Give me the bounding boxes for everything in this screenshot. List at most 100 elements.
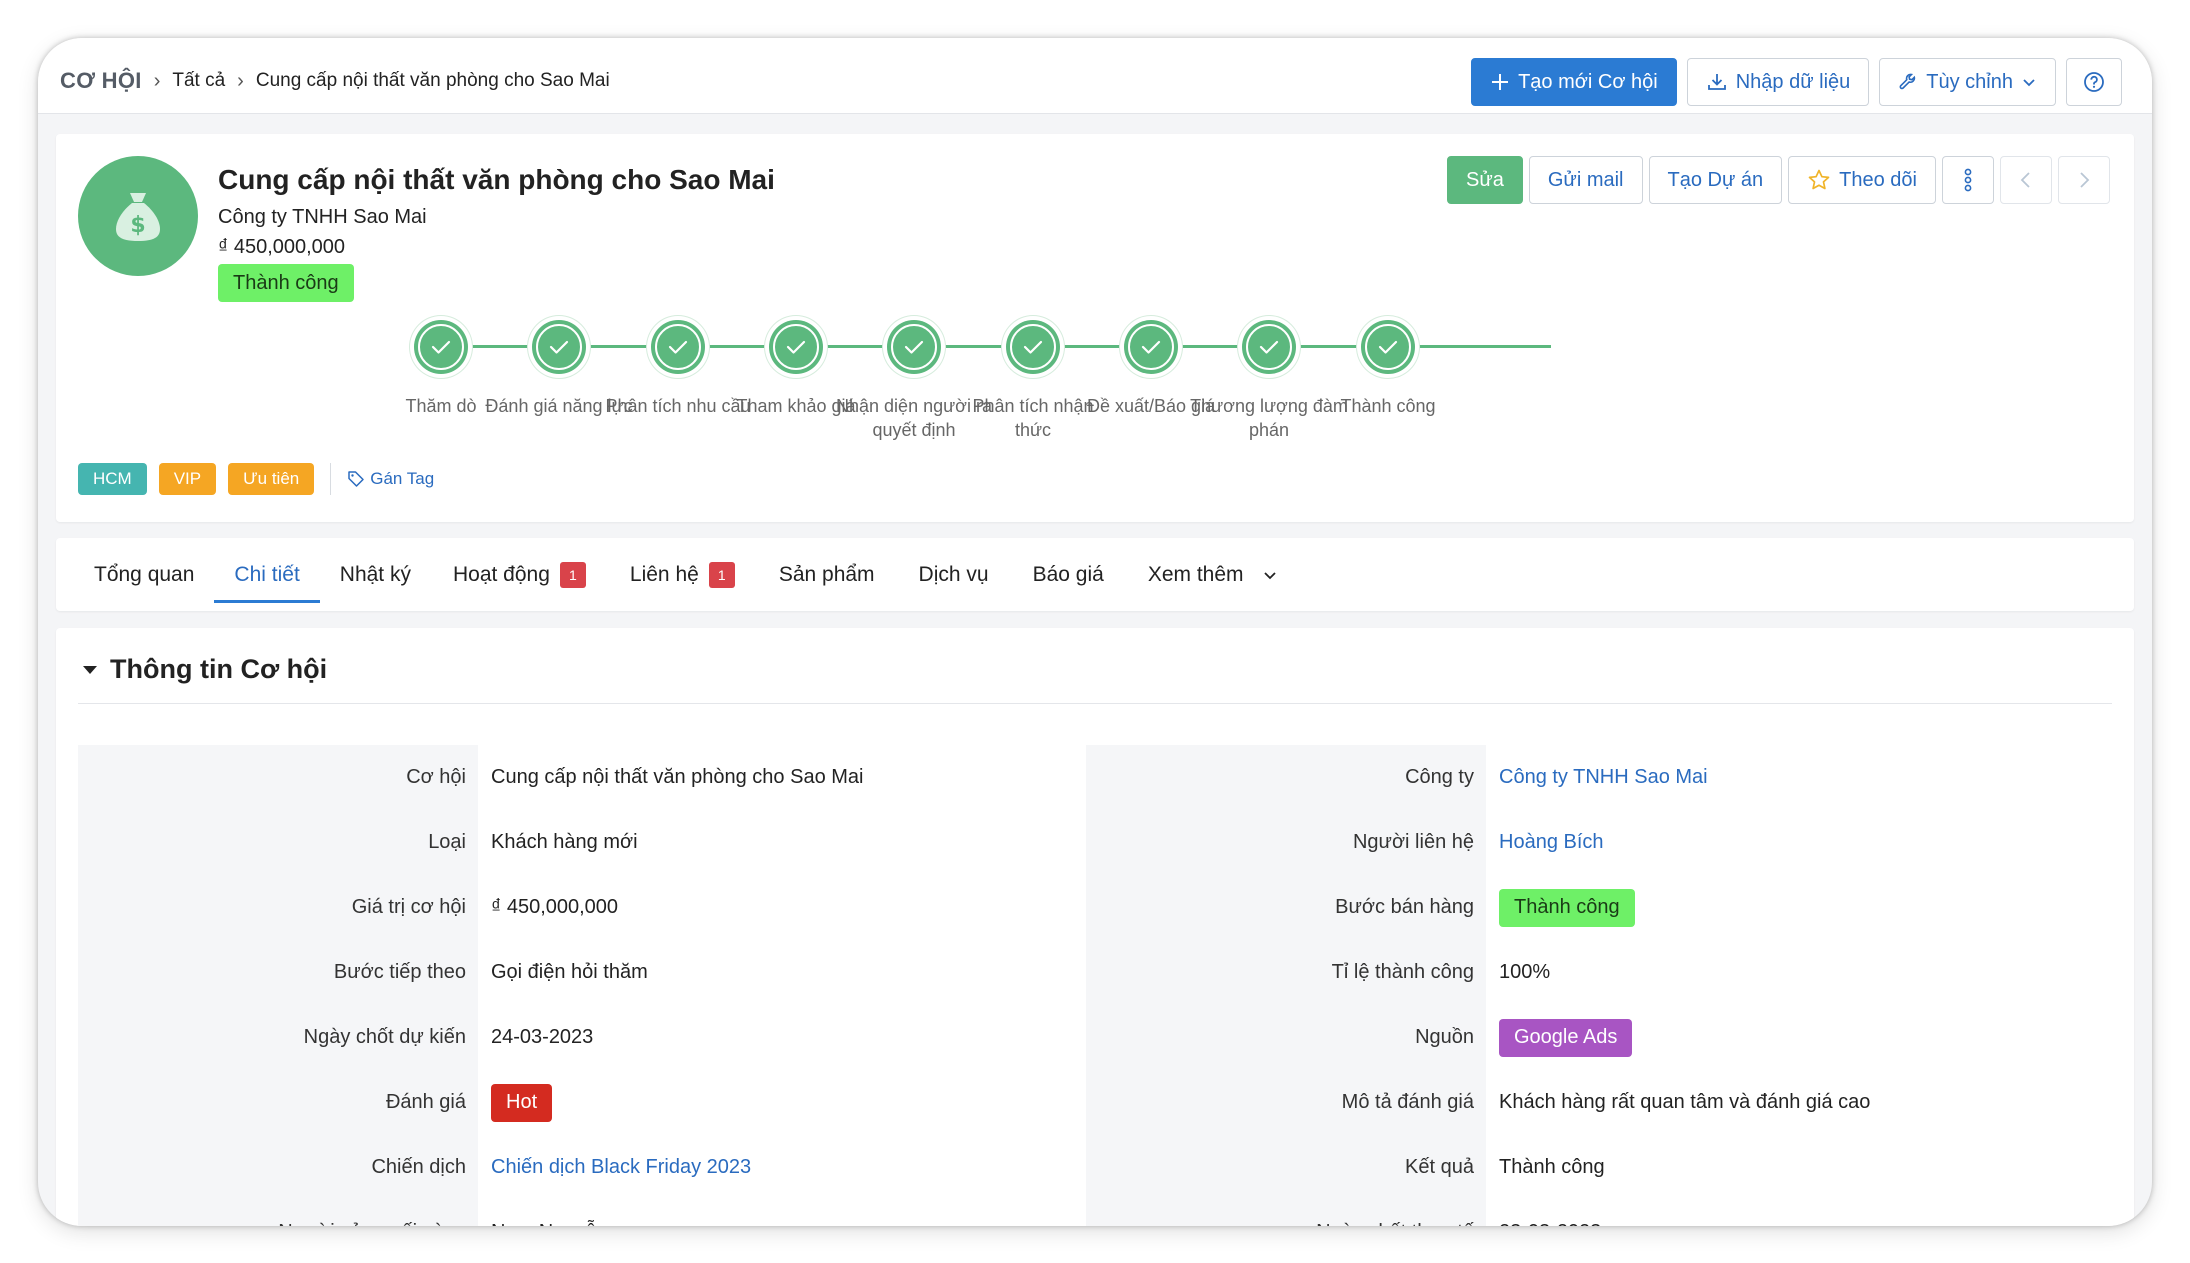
tab-bao-gia[interactable]: Báo giá (1011, 538, 1126, 611)
field-value: Cung cấp nội thất văn phòng cho Sao Mai (491, 766, 864, 788)
tab-count-badge: 1 (708, 561, 735, 588)
sales-pipeline: Thăm dò Đánh giá năng lực Phân tích nhu cầ… (405, 312, 1661, 442)
opportunity-amount: ₫ 450,000,000 (218, 236, 346, 258)
more-options-button[interactable] (1942, 156, 1994, 204)
follow-button[interactable]: Theo dõi (1788, 156, 1936, 204)
field-label: Người liên hệ (1086, 810, 1486, 875)
import-data-label: Nhập dữ liệu (1735, 70, 1851, 93)
field-value: 23-03-2023 (1486, 1221, 2062, 1226)
help-button[interactable] (2066, 58, 2122, 106)
opportunity-detail-card: Thông tin Cơ hội Cơ hội Cung cấp nội thất… (56, 628, 2134, 1226)
field-value-link[interactable]: Chiến dịch Black Friday 2023 (478, 1156, 1054, 1179)
field-label: Mô tả đánh giá (1086, 1070, 1486, 1135)
plus-icon (1492, 74, 1509, 90)
field-label: Đánh giá (78, 1070, 478, 1135)
field-label: Tỉ lệ thành công (1086, 940, 1486, 1005)
tab-count-badge: 1 (559, 561, 586, 588)
customize-label: Tùy chỉnh (1926, 70, 2013, 93)
chevron-right-icon: › (237, 69, 244, 92)
stage-badge: Thành công (218, 264, 354, 302)
tab-xem-them[interactable]: Xem thêm (1126, 538, 1300, 611)
field-label: Người sửa cuối cùng (78, 1200, 478, 1226)
create-project-button[interactable]: Tạo Dự án (1648, 156, 1783, 204)
field-label: Nguồn (1086, 1005, 1486, 1070)
wrench-icon (1899, 73, 1916, 90)
field-value-link[interactable]: Công ty TNHH Sao Mai (1486, 766, 2062, 789)
opportunity-title: Cung cấp nội thất văn phòng cho Sao Mai (218, 164, 775, 195)
field-row-ngay-chot-thuc-te: Ngày chốt thực tế23-03-2023 (1086, 1200, 2062, 1226)
tab-lien-he[interactable]: Liên hệ 1 (608, 538, 757, 611)
breadcrumb-root[interactable]: CƠ HỘI (60, 68, 142, 94)
fields-left-column: Cơ hội Cung cấp nội thất văn phòng cho Sa… (78, 745, 1054, 1226)
help-icon (2084, 72, 2104, 92)
pipeline-step-marker (1361, 320, 1415, 374)
tab-label: Chi tiết (234, 562, 300, 586)
field-label: Loại (78, 810, 478, 875)
opportunity-company: Công ty TNHH Sao Mai (218, 206, 427, 228)
opportunity-avatar: $ (78, 156, 198, 276)
add-tag-label: Gán Tag (370, 469, 435, 488)
pipeline-step-marker (769, 320, 823, 374)
field-row-nguon: Nguồn Google Ads (1086, 1005, 2062, 1070)
check-icon (536, 324, 582, 370)
field-label: Ngày chốt dự kiến (78, 1005, 478, 1070)
tag-vip[interactable]: VIP (158, 463, 217, 495)
field-label: Cơ hội (78, 745, 478, 810)
edit-button[interactable]: Sửa (1447, 156, 1523, 204)
field-label: Giá trị cơ hội (78, 875, 478, 940)
field-value-badge: Google Ads (1499, 1018, 1633, 1057)
breadcrumb-all[interactable]: Tất cả (172, 70, 225, 92)
field-row-ti-le-thanh-cong: Tỉ lệ thành công 100% (1086, 940, 2062, 1005)
field-value: Thành công (1486, 888, 2062, 927)
tab-bar: Tổng quan Chi tiết Nhật ký Hoạt động 1 Liên h… (56, 538, 2134, 611)
check-icon (1246, 324, 1292, 370)
create-opportunity-button[interactable]: Tạo mới Cơ hội (1471, 58, 1677, 106)
pipeline-step-marker (1006, 320, 1060, 374)
more-vertical-icon (1964, 168, 1972, 192)
field-value: Nam Nguyễn (478, 1221, 1054, 1226)
field-value-link[interactable]: Hoàng Bích (1486, 831, 2062, 854)
field-row-nguoi-sua-cuoi-cung: Người sửa cuối cùngNam Nguyễn (78, 1200, 1054, 1226)
caret-down-icon (83, 665, 97, 674)
breadcrumb-current: Cung cấp nội thất văn phòng cho Sao Mai (255, 70, 610, 91)
field-value: Thành công (1499, 1156, 1605, 1178)
send-mail-button[interactable]: Gửi mail (1528, 156, 1643, 204)
previous-record-button[interactable] (2000, 156, 2052, 204)
tab-san-pham[interactable]: Sản phẩm (757, 538, 897, 611)
customize-button[interactable]: Tùy chỉnh (1879, 58, 2056, 106)
star-icon (1808, 169, 1830, 190)
tab-chi-tiet[interactable]: Chi tiết (214, 538, 321, 611)
next-record-button[interactable] (2058, 156, 2110, 204)
field-value: ₫ 450,000,000 (491, 896, 619, 918)
tag-hcm[interactable]: HCM (78, 463, 147, 495)
pipeline-step-thanh-cong[interactable]: Thành công (1308, 312, 1468, 418)
field-value-badge: Thành công (1499, 888, 1635, 927)
tab-tong-quan[interactable]: Tổng quan (74, 538, 214, 611)
tab-label: Sản phẩm (778, 562, 875, 586)
pipeline-step-marker (1124, 320, 1178, 374)
tag-list: HCM VIP Ưu tiên Gán Tag (78, 463, 434, 495)
pipeline-step-marker (1242, 320, 1296, 374)
tab-dich-vu[interactable]: Dịch vụ (897, 538, 1011, 611)
breadcrumb: CƠ HỘI › Tất cả › Cung cấp nội thất văn … (60, 68, 610, 94)
tag-divider (330, 463, 332, 495)
import-data-button[interactable]: Nhập dữ liệu (1686, 58, 1870, 106)
tab-nhat-ky[interactable]: Nhật ký (320, 538, 431, 611)
opportunity-summary-card: $ Cung cấp nội thất văn phòng cho Sao Ma… (56, 134, 2134, 522)
tab-hoat-dong[interactable]: Hoạt động 1 (431, 538, 608, 611)
tag-uu-tien[interactable]: Ưu tiên (228, 463, 315, 495)
chevron-down-icon (2023, 79, 2035, 87)
download-icon (1707, 74, 1726, 90)
check-icon (891, 324, 937, 370)
pipeline-step-label: Thành công (1340, 396, 1436, 416)
field-label: Chiến dịch (78, 1135, 478, 1200)
add-tag-button[interactable]: Gán Tag (347, 469, 434, 489)
field-value: Hot (478, 1083, 1054, 1122)
tab-label: Tổng quan (94, 562, 195, 586)
section-header[interactable]: Thông tin Cơ hội (82, 654, 327, 685)
field-row-ngay-chot-du-kien: Ngày chốt dự kiến 24-03-2023 (78, 1005, 1054, 1070)
tab-label: Xem thêm (1147, 562, 1244, 586)
follow-label: Theo dõi (1839, 168, 1917, 191)
pipeline-step-marker (887, 320, 941, 374)
check-icon (655, 324, 701, 370)
